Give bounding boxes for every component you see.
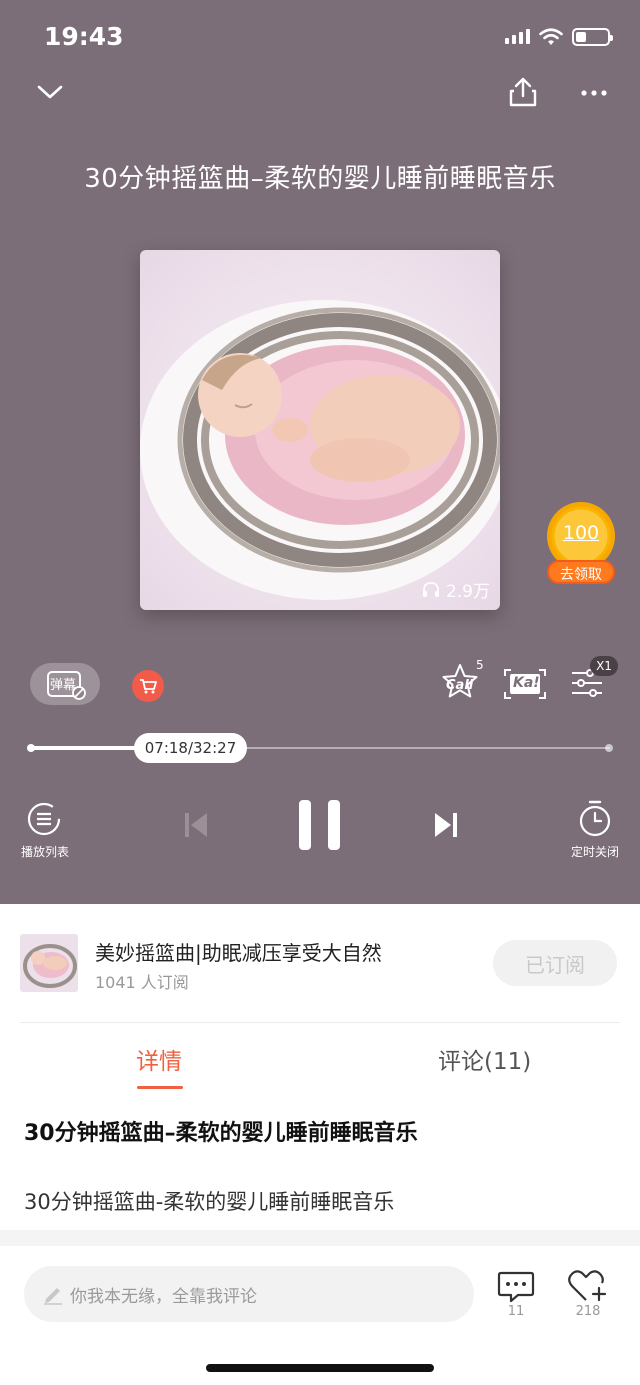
comment-count: 11 [507,1304,525,1319]
comment-placeholder: 你我本无缘，全靠我评论 [70,1286,257,1307]
call-button[interactable]: Call 5 [440,658,484,702]
pause-icon [299,800,340,850]
home-indicator [206,1364,434,1372]
baby-nest-illustration [140,250,500,610]
shopping-cart-button[interactable] [132,670,164,702]
reward-coin[interactable]: 100 去领取 [545,500,617,586]
wifi-icon [539,28,563,45]
karaoke-button[interactable]: Ka! [503,668,547,700]
section-gap [0,1230,640,1246]
play-count-text: 2.9万 [445,582,490,602]
tab-active-indicator [137,1086,183,1089]
tab-detail[interactable]: 详情 [136,1042,182,1076]
next-track-icon[interactable] [432,810,460,840]
comments-button[interactable]: 11 [496,1270,536,1324]
danmaku-label: 弹幕 [50,678,77,693]
speed-badge: X1 [590,656,618,676]
detail-body: 30分钟摇篮曲-柔软的婴儿睡前睡眠音乐 [24,1190,395,1214]
playlist-icon [27,802,61,836]
like-button[interactable]: 218 [566,1268,610,1324]
album-subscribers: 1041 人订阅 [95,973,189,992]
danmaku-toggle[interactable]: 弹幕 [30,663,100,705]
subscribe-button[interactable]: 已订阅 [493,940,617,986]
album-thumbnail-image [20,934,78,992]
equalizer-button[interactable]: X1 [568,656,618,702]
track-title: 30分钟摇篮曲–柔软的婴儿睡前睡眠音乐 [84,164,556,194]
like-count: 218 [575,1304,601,1319]
divider [20,1022,620,1023]
detail-title: 30分钟摇篮曲–柔软的婴儿睡前睡眠音乐 [24,1121,418,1146]
album-name[interactable]: 美妙摇篮曲|助眠减压享受大自然 [95,937,382,966]
progress-end-dot [605,744,613,752]
pause-button[interactable] [298,799,342,851]
timer-label: 定时关闭 [570,845,619,859]
progress-time-handle[interactable]: 07:18/32:27 [134,733,247,763]
album-thumbnail[interactable] [20,934,78,992]
timer-icon [579,800,611,837]
headphones-icon [422,581,439,597]
heart-plus-icon [568,1270,607,1302]
chevron-down-icon[interactable] [36,82,64,102]
call-count: 5 [476,658,484,672]
share-icon[interactable] [508,76,538,108]
play-count: 2.9万 [422,577,490,602]
more-icon[interactable] [580,88,608,98]
status-time: 19:43 [44,22,124,51]
pencil-icon [44,1288,62,1305]
reward-amount: 100 [562,522,600,544]
playlist-label: 播放列表 [20,845,69,859]
comment-input[interactable]: 你我本无缘，全靠我评论 [24,1266,474,1322]
comment-bubble-icon [497,1271,535,1303]
call-label: Call [446,678,474,693]
playlist-button[interactable]: 播放列表 [14,800,76,862]
tab-comments[interactable]: 评论(11) [438,1042,531,1076]
battery-icon [572,28,613,46]
ka-label: Ka! [513,675,540,691]
progress-start-dot [27,744,35,752]
cellular-signal-icon [505,29,530,44]
cart-icon [140,679,157,694]
sleep-timer-button[interactable]: 定时关闭 [564,800,626,862]
reward-label: 去领取 [560,567,602,583]
cover-art[interactable]: 2.9万 [140,250,500,610]
previous-track-icon[interactable] [182,810,210,840]
